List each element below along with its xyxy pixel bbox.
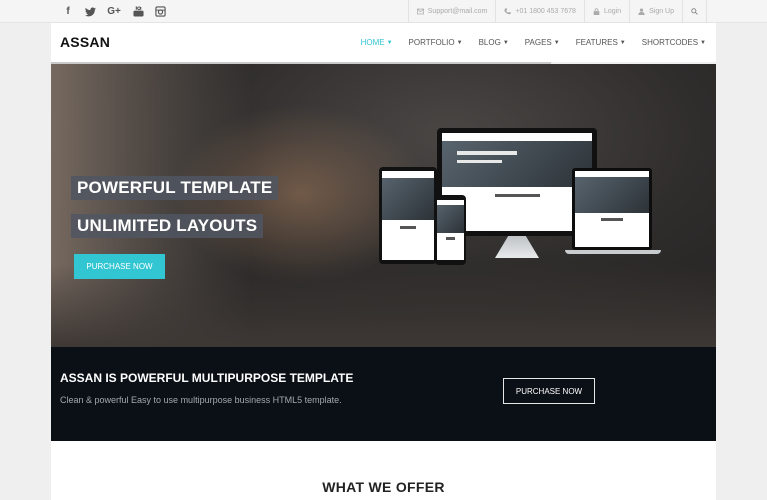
device-mockup-image [377,128,667,328]
laptop-mockup [572,168,652,250]
nav-item-label: HOME [360,38,385,47]
envelope-icon [416,8,424,15]
nav-item-label: PORTFOLIO [408,38,455,47]
facebook-icon[interactable]: f [62,6,74,18]
monitor-stand [495,236,539,258]
top-contact-links: Support@mail.com +01 1800 453 7678 Login… [407,0,707,23]
callout-subtitle: Clean & powerful Easy to use multipurpos… [60,395,342,405]
email-text: Support@mail.com [427,8,488,15]
signup-link[interactable]: Sign Up [629,0,682,23]
lock-icon [593,8,600,15]
chevron-down-icon: ▼ [386,39,393,46]
hero-headline-1: POWERFUL TEMPLATE [71,176,279,200]
nav-item-label: SHORTCODES [641,38,699,47]
chevron-down-icon: ▼ [700,39,706,46]
chevron-down-icon: ▼ [553,39,560,46]
callout-purchase-button[interactable]: PURCHASE NOW [503,378,595,404]
offer-section-title: WHAT WE OFFER [322,479,445,495]
phone-link[interactable]: +01 1800 453 7678 [495,0,584,23]
chevron-down-icon: ▼ [619,39,626,46]
phone-icon [504,8,512,15]
laptop-base [565,250,661,254]
hero-slider: POWERFUL TEMPLATE UNLIMITED LAYOUTS PURC… [51,64,716,347]
nav-item-home[interactable]: HOME ▼ [361,38,393,47]
signup-text: Sign Up [649,8,674,15]
offer-section: WHAT WE OFFER [51,441,716,500]
hero-headline-2: UNLIMITED LAYOUTS [71,214,264,238]
search-button[interactable] [682,0,707,23]
hero-purchase-button[interactable]: PURCHASE NOW [74,254,165,279]
user-icon [638,8,645,15]
nav-item-label: FEATURES [575,38,618,47]
nav-item-features[interactable]: FEATURES ▼ [576,38,626,47]
nav-item-shortcodes[interactable]: SHORTCODES ▼ [642,38,706,47]
instagram-icon[interactable] [154,6,166,18]
google-plus-icon[interactable]: G+ [106,6,122,18]
chevron-down-icon: ▼ [456,39,463,46]
login-text: Login [603,8,622,15]
nav-item-label: BLOG [478,38,501,47]
nav-item-pages[interactable]: PAGES ▼ [525,38,560,47]
nav-item-label: PAGES [524,38,552,47]
callout-title: ASSAN IS POWERFUL MULTIPURPOSE TEMPLATE [60,371,354,385]
chevron-down-icon: ▼ [502,39,509,46]
phone-mockup [435,195,466,265]
social-links: f G+ [62,0,166,23]
phone-text: +01 1800 453 7678 [515,8,576,15]
login-link[interactable]: Login [583,0,629,23]
tablet-mockup [379,167,437,264]
nav-item-portfolio[interactable]: PORTFOLIO ▼ [409,38,463,47]
callout-banner: ASSAN IS POWERFUL MULTIPURPOSE TEMPLATE … [51,347,716,441]
email-link[interactable]: Support@mail.com [407,0,496,23]
main-navbar: ASSAN HOME ▼ PORTFOLIO ▼ BLOG ▼ PAGES ▼ FEAT… [51,23,716,62]
nav-item-blog[interactable]: BLOG ▼ [479,38,509,47]
site-logo[interactable]: ASSAN [60,34,110,50]
youtube-icon[interactable] [132,6,144,18]
twitter-icon[interactable] [84,6,96,18]
main-menu: HOME ▼ PORTFOLIO ▼ BLOG ▼ PAGES ▼ FEATURES ▼ … [361,23,706,62]
top-utility-bar: f G+ Support@mail.com +01 1800 453 7678 … [0,0,767,23]
search-icon [691,8,698,15]
